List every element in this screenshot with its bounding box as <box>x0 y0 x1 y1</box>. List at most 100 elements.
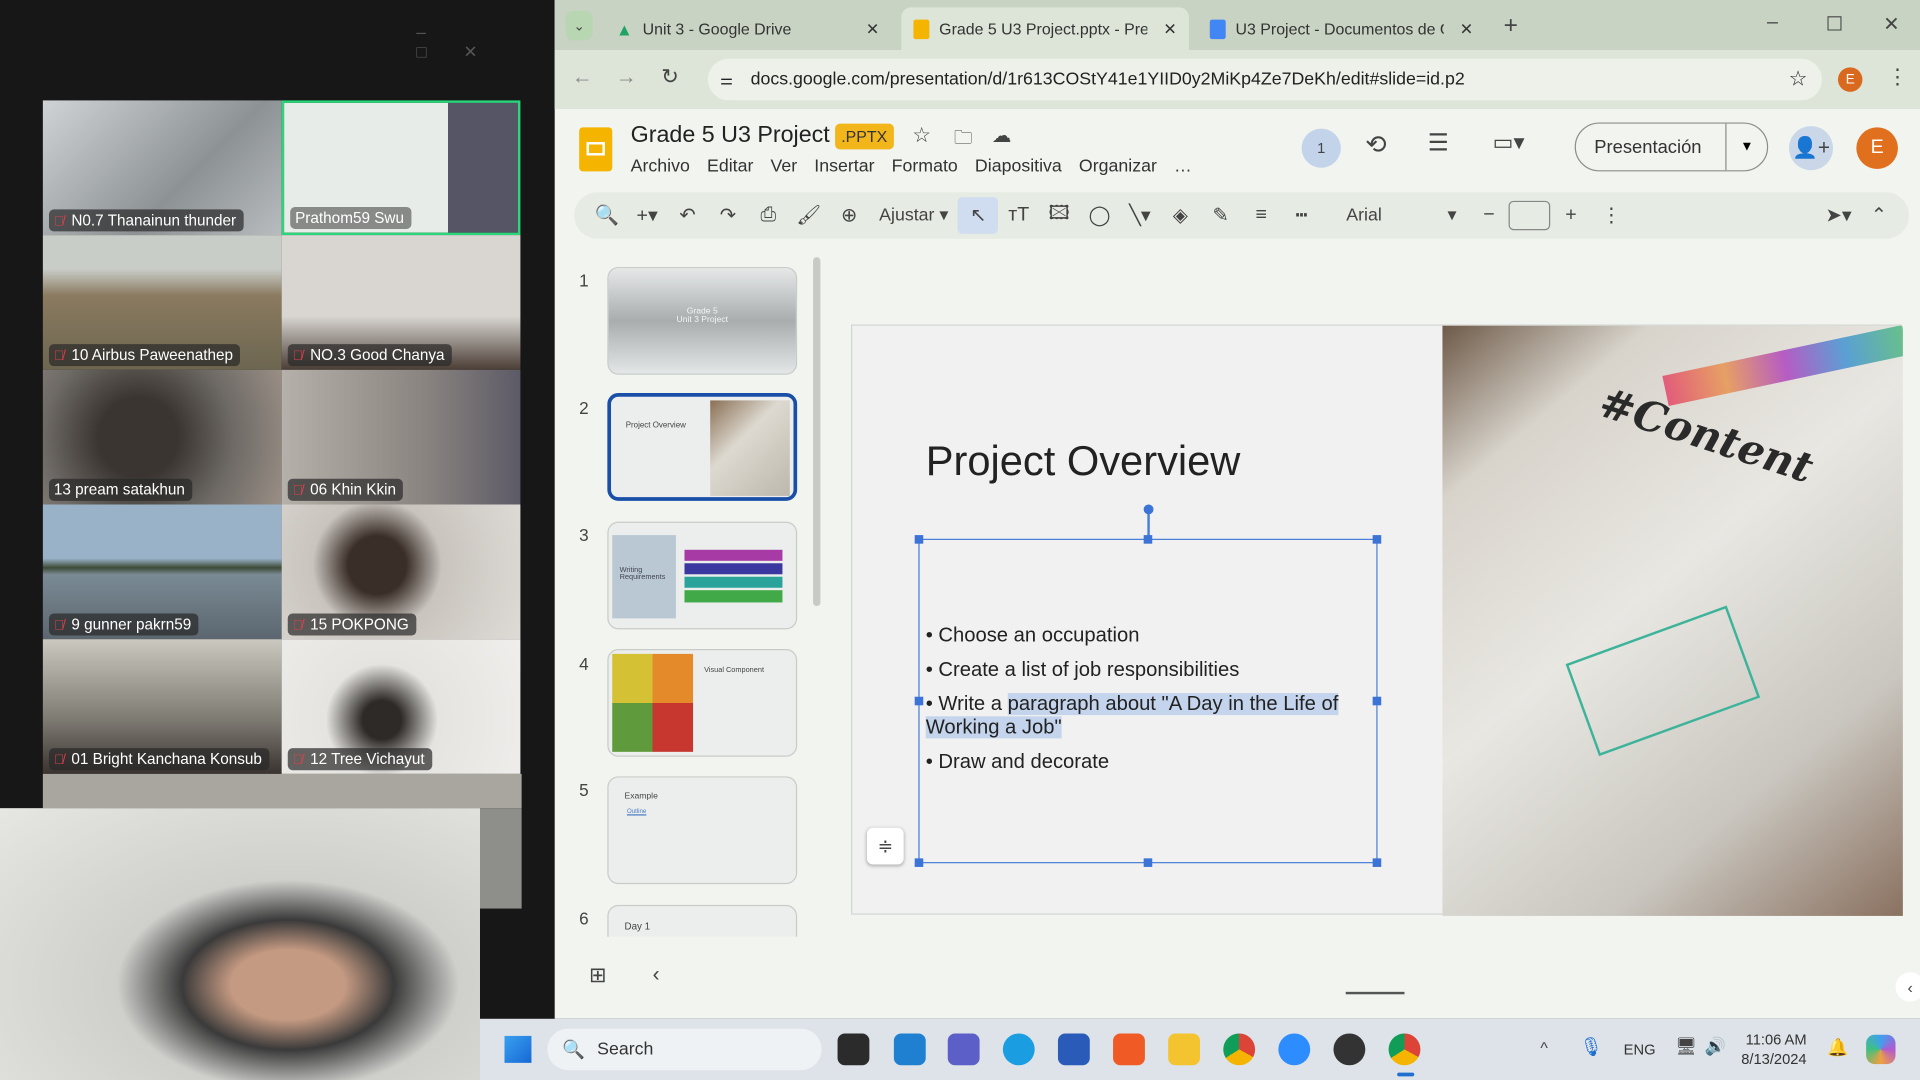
font-select[interactable]: Arial ▾ <box>1346 206 1456 226</box>
pointer-mode-icon[interactable]: ➤▾ <box>1818 197 1858 234</box>
slide-title[interactable]: Project Overview <box>926 438 1241 486</box>
slide-canvas[interactable]: Project Overview #Content • Choose an oc… <box>851 324 1903 916</box>
viewer-count-badge[interactable]: 1 <box>1301 128 1341 168</box>
menu-formato[interactable]: Formato <box>892 157 958 177</box>
border-color-icon[interactable]: ✎ <box>1201 197 1241 234</box>
participant-tile[interactable]: 🎙̸ 10 Airbus Paweenathep <box>42 235 282 370</box>
self-video-teacher[interactable] <box>0 808 481 1080</box>
comments-icon[interactable]: ☰ <box>1428 130 1449 158</box>
copilot-icon[interactable] <box>1866 1034 1896 1065</box>
share-button[interactable]: 👤+ <box>1788 126 1834 171</box>
resize-handle[interactable] <box>1372 696 1382 706</box>
language-indicator[interactable]: ENG <box>1624 1041 1656 1058</box>
menu-organizar[interactable]: Organizar <box>1079 157 1157 177</box>
google-slides-logo[interactable] <box>579 127 613 172</box>
undo-icon[interactable]: ↶ <box>667 197 707 234</box>
participant-tile[interactable]: 🎙̸ 06 Khin Kkin <box>281 369 521 505</box>
forward-button[interactable]: → <box>616 65 637 89</box>
clock[interactable]: 11:06 AM 8/13/2024 <box>1741 1030 1806 1069</box>
participant-tile[interactable]: 🎙̸ 12 Tree Vichayut <box>281 639 521 774</box>
paint-format-icon[interactable]: 🖌 <box>789 197 829 234</box>
menu-archivo[interactable]: Archivo <box>631 157 690 177</box>
teams-icon[interactable] <box>947 1033 980 1066</box>
participant-tile[interactable]: 13 pream satakhun <box>42 369 282 505</box>
zoom-icon[interactable]: ⊕ <box>829 197 869 234</box>
bookmark-star-icon[interactable]: ☆ <box>1789 67 1808 91</box>
border-dash-icon[interactable]: ┅ <box>1281 197 1321 234</box>
microphone-icon[interactable]: 🎙 <box>1580 1036 1603 1058</box>
maximize-button[interactable]: ☐ <box>1826 12 1844 36</box>
autofit-options-icon[interactable]: ≑ <box>866 827 904 865</box>
resize-handle[interactable] <box>1372 535 1382 544</box>
document-title[interactable]: Grade 5 U3 Project <box>631 122 830 149</box>
text-box-icon[interactable]: ᴛT <box>999 197 1039 234</box>
chrome-menu-icon[interactable]: ⋮ <box>1887 65 1908 89</box>
tab-google-docs[interactable]: U3 Project - Documentos de Go ✕ <box>1198 7 1486 50</box>
zoom-window-controls[interactable]: –□✕ <box>416 22 553 62</box>
collapse-menus-icon[interactable]: ⌃ <box>1859 197 1899 234</box>
chrome-icon[interactable] <box>1223 1033 1256 1066</box>
slide-thumbnail-5[interactable]: Example Outline <box>607 776 798 885</box>
participant-tile[interactable]: 🎙̸ 01 Bright Kanchana Konsub <box>42 639 282 774</box>
version-history-icon[interactable]: ⟲ <box>1365 130 1387 161</box>
close-tab-icon[interactable]: ✕ <box>866 19 879 39</box>
border-weight-icon[interactable]: ≡ <box>1241 197 1281 234</box>
side-panel-toggle-icon[interactable]: ‹ <box>1895 972 1920 1002</box>
rotate-handle[interactable] <box>1143 504 1154 515</box>
redo-icon[interactable]: ↷ <box>708 197 748 234</box>
print-icon[interactable]: ⎙ <box>748 197 788 234</box>
show-hidden-icons[interactable]: ^ <box>1540 1038 1547 1056</box>
tab-google-drive[interactable]: ▲ Unit 3 - Google Drive ✕ <box>604 7 892 50</box>
resize-handle[interactable] <box>914 535 924 544</box>
speaker-notes-drag-handle[interactable] <box>1345 991 1405 995</box>
notification-bell-icon[interactable]: 🔔 <box>1827 1037 1848 1058</box>
slide-thumbnail-6[interactable]: Day 1 <box>607 904 798 937</box>
image-icon[interactable]: 🖾 <box>1039 197 1079 234</box>
search-menus-icon[interactable]: 🔍 <box>587 197 627 234</box>
slide-thumbnail-4[interactable]: Visual Component <box>607 648 798 757</box>
new-tab-button[interactable]: + <box>1504 12 1518 40</box>
profile-avatar[interactable]: E <box>1837 67 1863 92</box>
network-icon[interactable]: 🖥 <box>1675 1036 1697 1057</box>
decrease-font-size-icon[interactable]: − <box>1469 197 1509 234</box>
slide-thumbnail-3[interactable]: Writing Requirements <box>607 521 798 630</box>
minimize-button[interactable]: – <box>1767 12 1778 34</box>
resize-handle[interactable] <box>914 696 924 706</box>
participant-tile[interactable]: 🎙̸ N0.7 Thanainun thunder <box>42 100 282 236</box>
fill-color-icon[interactable]: ◈ <box>1160 197 1200 234</box>
resize-handle[interactable] <box>1143 535 1153 544</box>
collapse-filmstrip-icon[interactable]: ‹ <box>653 962 660 986</box>
zoom-icon[interactable] <box>1278 1033 1311 1066</box>
present-options-dropdown[interactable]: ▼ <box>1725 123 1767 171</box>
reload-button[interactable]: ↻ <box>661 65 678 89</box>
menu-diapositiva[interactable]: Diapositiva <box>975 157 1062 177</box>
participant-tile[interactable]: 🎙̸ 9 gunner pakrn59 <box>42 504 282 640</box>
cloud-status-icon[interactable]: ☁ <box>992 124 1012 148</box>
select-tool-icon[interactable]: ↖ <box>958 197 999 234</box>
task-view-icon[interactable] <box>837 1033 870 1066</box>
user-avatar[interactable]: E <box>1856 127 1898 169</box>
close-window-button[interactable]: ✕ <box>1883 12 1899 36</box>
microsoft-store-icon[interactable] <box>1057 1033 1090 1066</box>
tab-search-chevron-icon[interactable]: ⌄ <box>565 11 593 41</box>
increase-font-size-icon[interactable]: + <box>1551 197 1591 234</box>
zoom-select[interactable]: Ajustar ▾ <box>879 206 948 226</box>
menu-more[interactable]: … <box>1174 157 1192 177</box>
meet-camera-icon[interactable]: ▭▾ <box>1493 130 1525 156</box>
new-slide-icon[interactable]: +▾ <box>627 197 667 234</box>
edge-icon[interactable] <box>1002 1033 1035 1066</box>
present-button[interactable]: Presentación <box>1576 137 1726 158</box>
grid-view-icon[interactable]: ⊞ <box>589 964 606 988</box>
menu-editar[interactable]: Editar <box>707 157 753 177</box>
site-info-icon[interactable]: ⚌ <box>720 71 733 88</box>
url-input[interactable]: ⚌ docs.google.com/presentation/d/1r613CO… <box>707 58 1823 101</box>
menu-ver[interactable]: Ver <box>771 157 798 177</box>
media-player-icon[interactable] <box>1333 1033 1366 1066</box>
windows-start-icon[interactable] <box>504 1035 532 1063</box>
participant-tile[interactable]: 🎙̸ 15 POKPONG <box>281 504 521 640</box>
participant-tile[interactable]: 🎙̸ NO.3 Good Chanya <box>281 235 521 370</box>
tab-google-slides[interactable]: Grade 5 U3 Project.pptx - Prese ✕ <box>901 7 1189 51</box>
filmstrip-scrollbar[interactable] <box>813 257 821 607</box>
star-icon[interactable]: ☆ <box>912 124 931 148</box>
resize-handle[interactable] <box>914 858 924 867</box>
